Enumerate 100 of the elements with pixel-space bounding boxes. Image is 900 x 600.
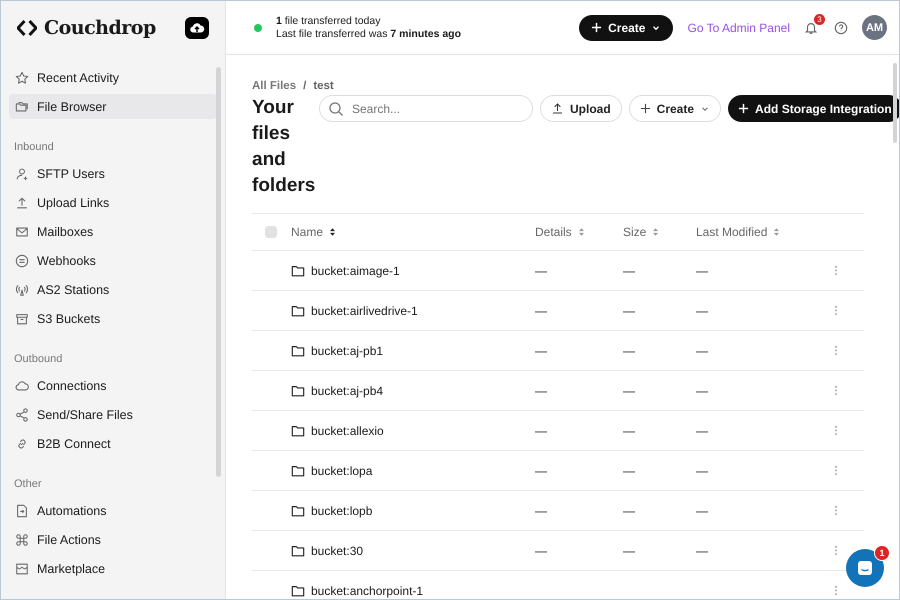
folder-icon [291,584,305,598]
table-cell: — [535,464,547,478]
webhook-icon [15,254,29,268]
more-options-icon[interactable] [834,585,838,596]
table-cell: — [696,264,708,278]
sidebar-item[interactable]: File Browser [9,94,217,119]
sidebar-item[interactable]: AS2 Stations [9,277,217,302]
chat-icon [855,558,875,578]
folder-icon [291,304,305,318]
sort-icon [578,227,585,237]
sidebar-item[interactable]: Upload Links [9,190,217,215]
chat-button[interactable] [846,549,884,587]
folder-icon [291,464,305,478]
folder-name[interactable]: bucket:anchorpoint-1 [311,584,424,598]
table-cell: — [623,304,635,318]
sidebar-item[interactable]: SFTP Users [9,161,217,186]
table-cell: — [535,264,547,278]
sidebar-item[interactable]: Recent Activity [9,65,217,90]
sidebar-item[interactable]: Marketplace [9,556,217,581]
breadcrumb-separator: / [303,80,306,92]
folder-name[interactable]: bucket:lopa [311,464,372,478]
folder-icon [291,384,305,398]
more-options-icon[interactable] [834,505,838,516]
cloud-upload-button[interactable] [185,17,209,39]
select-all-checkbox[interactable] [265,226,277,238]
table-cell: — [535,344,547,358]
archive-icon [15,312,29,326]
command-icon [15,532,29,546]
more-options-icon[interactable] [834,545,838,556]
share-icon [15,408,29,422]
breadcrumb-current: test [313,80,334,92]
search-input[interactable]: Search... [350,100,524,116]
table-cell: — [696,304,708,318]
upload-button[interactable]: Upload [540,95,622,122]
table-cell: — [623,384,635,398]
column-header[interactable]: Name [291,225,535,239]
help-icon[interactable] [834,20,848,34]
sort-icon [329,227,336,237]
table-cell: — [623,544,635,558]
create-button[interactable]: Create [628,95,722,122]
more-options-icon[interactable] [834,425,838,436]
folder-name[interactable]: bucket:aj-pb1 [311,344,384,358]
chat-badge: 1 [874,545,890,561]
section-heading: Outbound [13,352,64,367]
user-avatar[interactable]: AM [862,15,887,40]
scrollbar[interactable] [216,67,221,477]
section-heading: Other [13,477,43,492]
table-cell: — [623,464,635,478]
folder-name[interactable]: bucket:aj-pb4 [311,384,384,398]
table-cell: — [623,264,635,278]
create-button[interactable]: Create [579,14,674,40]
table-cell: — [535,384,547,398]
diamond-logo-icon [17,18,37,38]
antenna-icon [15,282,29,296]
folder-name[interactable]: bucket:airlivedrive-1 [311,304,418,318]
more-options-icon[interactable] [834,345,838,356]
table-cell: — [535,544,547,558]
add-storage-button[interactable]: Add Storage Integration [728,95,899,122]
column-header[interactable]: Last Modified [696,225,834,239]
sidebar-item[interactable]: S3 Buckets [9,306,217,331]
admin-panel-link[interactable]: Go To Admin Panel [687,20,790,34]
sidebar-item[interactable]: Send/Share Files [9,402,217,427]
folder-name[interactable]: bucket:30 [311,544,364,558]
scrollbar[interactable] [893,63,897,143]
breadcrumb-link[interactable]: All Files [252,80,296,92]
sidebar-item[interactable]: Automations [9,498,217,523]
column-header[interactable]: Size [623,225,696,239]
sort-icon [652,227,660,237]
sidebar-item[interactable]: B2B Connect [9,431,217,456]
more-options-icon[interactable] [834,465,838,476]
sidebar-item[interactable]: File Actions [9,527,217,552]
search-field[interactable]: Search... [319,95,533,122]
plus-icon [591,22,602,33]
store-icon [15,562,29,576]
logo-text: Couchdrop [44,17,156,39]
more-options-icon[interactable] [834,305,838,316]
folder-name[interactable]: bucket:lopb [311,504,372,518]
more-options-icon[interactable] [834,265,838,276]
table-cell: — [696,424,708,438]
sidebar-item[interactable]: Webhooks [9,248,217,273]
folder-name[interactable]: bucket:aimage-1 [311,264,400,278]
user-icon [15,166,29,180]
page-title: Your files and folders [252,96,312,198]
status-dot-icon [254,24,262,32]
upload-icon [551,102,564,115]
folder-icon [291,264,305,278]
sidebar-item[interactable]: Connections [9,373,217,398]
sidebar-item[interactable]: Mailboxes [9,219,217,244]
column-header[interactable]: Details [535,225,623,239]
table-cell: — [623,344,635,358]
section-heading: Inbound [13,140,55,155]
table-cell: — [623,504,635,518]
folder-name[interactable]: bucket:allexio [311,424,384,438]
folders-icon [15,100,29,114]
status-text: 1 file transferred today [276,14,382,28]
table-cell: — [535,424,547,438]
more-options-icon[interactable] [834,385,838,396]
document-icon [15,504,29,518]
table-cell: — [535,304,547,318]
bell-icon[interactable] [804,20,818,34]
